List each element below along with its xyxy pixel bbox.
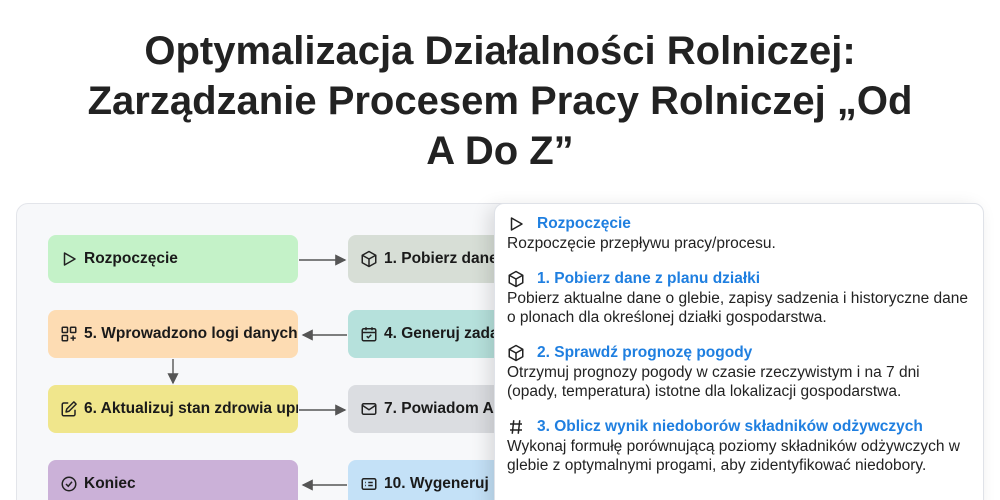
step-description: Pobierz aktualne dane o glebie, zapisy s… xyxy=(507,289,968,327)
list-card-icon xyxy=(360,475,378,493)
grid-plus-icon xyxy=(60,325,78,343)
node-end[interactable]: Koniec xyxy=(48,460,298,500)
node-label: 5. Wprowadzono logi danych xyxy=(84,325,298,342)
calendar-check-icon xyxy=(360,325,378,343)
mail-icon xyxy=(360,400,378,418)
step-description: Rozpoczęcie przepływu pracy/procesu. xyxy=(507,235,776,252)
node-label: Koniec xyxy=(84,475,136,492)
box-icon xyxy=(507,270,525,288)
calculator-icon xyxy=(507,418,525,436)
node-label: Rozpoczęcie xyxy=(84,250,178,267)
step-detail: Rozpoczęcie Rozpoczęcie przepływu pracy/… xyxy=(507,214,971,254)
play-icon xyxy=(60,250,78,268)
node-start[interactable]: Rozpoczęcie xyxy=(48,235,298,283)
check-circle-icon xyxy=(60,475,78,493)
step-detail: 2. Sprawdź prognozę pogody Otrzymuj prog… xyxy=(507,343,971,402)
title-line-1: Optymalizacja Działalności Rolniczej: xyxy=(144,29,856,73)
step-title[interactable]: 2. Sprawdź prognozę pogody xyxy=(537,344,752,362)
node-label: 7. Powiadom A xyxy=(384,400,494,417)
step-title[interactable]: Rozpoczęcie xyxy=(537,215,631,233)
step-detail: 3. Oblicz wynik niedoborów składników od… xyxy=(507,417,971,476)
node-6[interactable]: 6. Aktualizuj stan zdrowia upraw xyxy=(48,385,298,433)
box-icon xyxy=(360,250,378,268)
node-5[interactable]: 5. Wprowadzono logi danych xyxy=(48,310,298,358)
title-line-3: A Do Z” xyxy=(426,129,574,173)
step-title[interactable]: 3. Oblicz wynik niedoborów składników od… xyxy=(537,418,923,436)
page-title: Optymalizacja Działalności Rolniczej: Za… xyxy=(20,26,980,176)
node-label: 6. Aktualizuj stan zdrowia upraw xyxy=(84,400,298,417)
step-description: Otrzymuj prognozy pogody w czasie rzeczy… xyxy=(507,363,920,401)
box-icon xyxy=(507,344,525,362)
edit-icon xyxy=(60,400,78,418)
step-title[interactable]: 1. Pobierz dane z planu działki xyxy=(537,270,760,288)
step-detail: 1. Pobierz dane z planu działki Pobierz … xyxy=(507,269,971,328)
step-details-panel[interactable]: Rozpoczęcie Rozpoczęcie przepływu pracy/… xyxy=(494,203,984,500)
play-icon xyxy=(507,215,525,233)
step-description: Wykonaj formułę porównującą poziomy skła… xyxy=(507,437,960,475)
title-line-2: Zarządzanie Procesem Pracy Rolniczej „Od xyxy=(87,79,913,123)
